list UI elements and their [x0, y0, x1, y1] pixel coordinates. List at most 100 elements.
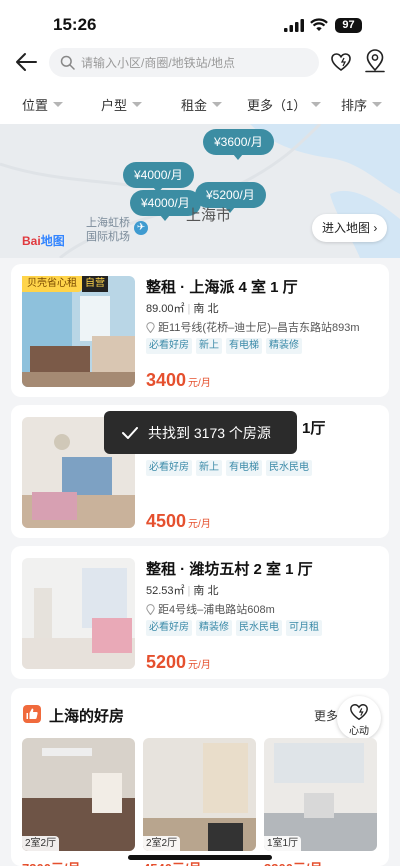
cellular-signal-icon	[284, 19, 304, 32]
chevron-down-icon	[53, 102, 64, 107]
map-city-label: 上海市	[186, 207, 232, 224]
price-value: 3400	[146, 370, 187, 390]
good-home-card[interactable]: 1室1厅	[264, 738, 377, 851]
price-unit: 元/月	[188, 660, 211, 671]
good-home-card[interactable]: 2室2厅	[143, 738, 256, 851]
listing-meta: 89.00㎡ | 南 北	[146, 303, 219, 315]
filter-layout-label: 户型	[101, 98, 128, 113]
filter-bar: 位置 户型 租金 更多（1） 排序	[0, 82, 400, 124]
price-bubble[interactable]: ¥4000/月	[123, 162, 194, 193]
good-home-price: 7300元/月	[22, 858, 81, 866]
thumbs-up-icon	[23, 705, 41, 723]
search-icon	[60, 55, 75, 70]
filter-sort[interactable]: 排序	[341, 95, 383, 114]
listing-title: 整租 · 潍坊五村 2 室 1 厅	[146, 561, 313, 578]
good-home-card[interactable]: 2室2厅	[22, 738, 135, 851]
favorites-float-button[interactable]: 心动	[337, 696, 381, 740]
status-bar: 15:26 97	[0, 0, 400, 44]
listing-price: 5200 元/月	[146, 652, 211, 673]
listing-transit-text: 距4号线–浦电路站608m	[158, 604, 275, 616]
map-place-label: 上海虹桥	[86, 217, 130, 229]
layout-badge: 2室2厅	[22, 836, 60, 851]
good-home-price: 3300元/月	[264, 858, 323, 866]
filter-layout[interactable]: 户型	[101, 95, 143, 114]
map-place-label: 国际机场	[86, 231, 130, 243]
listing-card[interactable]: 贝壳省心租 自营 整租 · 上海派 4 室 1 厅 89.00㎡ | 南 北 距11…	[11, 264, 389, 397]
price-unit: 元/月	[188, 378, 211, 389]
listing-transit: 距4号线–浦电路站608m	[146, 601, 275, 617]
chevron-down-icon	[132, 102, 143, 107]
map-preview[interactable]: ¥3600/月 ¥4000/月 ¥4000/月 ¥5200/月 上海虹桥 国际机…	[0, 124, 400, 258]
good-home-photo	[143, 738, 256, 851]
chevron-right-icon: ›	[373, 221, 378, 235]
listing-title: 整租 · 上海派 4 室 1 厅	[146, 279, 298, 296]
price-bubble[interactable]: ¥3600/月	[203, 129, 274, 160]
price-value: 4500	[146, 511, 187, 531]
listing-tag: 可月租	[286, 620, 322, 636]
listing-orientation: 南 北	[193, 585, 219, 597]
listing-price: 4500 元/月	[146, 511, 211, 532]
logo-text: Bai	[22, 234, 41, 248]
listing-tag: 有电梯	[226, 460, 262, 476]
filter-location-label: 位置	[22, 98, 49, 113]
back-arrow-icon[interactable]	[14, 51, 38, 73]
listing-photo[interactable]	[22, 276, 135, 387]
good-home-photo	[22, 738, 135, 851]
location-pin-icon	[146, 321, 155, 333]
self-operated-badge: 自营	[82, 276, 108, 292]
good-home-photo	[264, 738, 377, 851]
chevron-down-icon	[372, 102, 383, 107]
listing-tag: 新上	[196, 460, 222, 476]
home-indicator[interactable]	[128, 855, 272, 860]
airport-icon: ✈	[134, 221, 148, 235]
search-input[interactable]	[81, 48, 311, 77]
price-value: 5200	[146, 652, 187, 672]
chevron-down-icon	[212, 102, 223, 107]
layout-badge: 2室2厅	[143, 836, 181, 851]
result-count-toast: 共找到 3173 个房源	[104, 411, 297, 454]
listing-meta: 52.53㎡ | 南 北	[146, 585, 219, 597]
listing-area: 52.53㎡	[146, 585, 185, 597]
listing-tag: 民水民电	[266, 460, 312, 476]
listing-tag: 民水民电	[236, 620, 282, 636]
listing-card[interactable]: 整租 · 潍坊五村 2 室 1 厅 52.53㎡ | 南 北 距4号线–浦电路站60…	[11, 546, 389, 679]
check-icon	[122, 426, 138, 439]
listing-title: 1厅	[302, 420, 326, 437]
listing-tag: 精装修	[196, 620, 232, 636]
listing-tag: 新上	[196, 338, 222, 354]
more-link[interactable]: 更多	[314, 707, 338, 724]
filter-rent[interactable]: 租金	[181, 95, 223, 114]
listing-transit: 距11号线(花桥–迪士尼)–昌吉东路站893m	[146, 319, 360, 335]
listing-price: 3400 元/月	[146, 370, 211, 391]
search-header	[0, 44, 400, 82]
listing-area: 89.00㎡	[146, 303, 185, 315]
chevron-down-icon	[311, 102, 322, 107]
filter-more[interactable]: 更多（1）	[247, 95, 322, 114]
good-homes-section: 上海的好房 更多 心动 2室2厅 2室2厅 1室1厅	[11, 688, 389, 866]
listing-badges: 贝壳省心租 自营	[22, 276, 108, 292]
filter-sort-label: 排序	[341, 98, 368, 113]
listing-photo[interactable]	[22, 558, 135, 669]
layout-badge: 1室1厅	[264, 836, 302, 851]
enter-map-button[interactable]: 进入地图 ›	[312, 214, 388, 242]
battery-icon: 97	[335, 18, 362, 33]
listing-tag: 必看好房	[146, 460, 192, 476]
search-box[interactable]	[49, 48, 319, 77]
listing-tag: 必看好房	[146, 620, 192, 636]
favorites-heart-icon[interactable]	[330, 51, 352, 73]
listing-tag: 必看好房	[146, 338, 192, 354]
section-title: 上海的好房	[49, 708, 125, 725]
toast-text: 共找到 3173 个房源	[148, 424, 271, 441]
listing-orientation: 南 北	[193, 303, 219, 315]
listing-tag: 精装修	[266, 338, 302, 354]
map-location-icon[interactable]	[364, 49, 386, 73]
filter-location[interactable]: 位置	[22, 95, 64, 114]
price-unit: 元/月	[188, 519, 211, 530]
listing-tags: 必看好房 精装修 民水民电 可月租	[146, 620, 322, 636]
listing-tags: 必看好房 新上 有电梯 精装修	[146, 338, 302, 354]
heart-icon	[350, 703, 368, 721]
baidu-map-logo: Bai地图	[22, 232, 65, 249]
favorites-label: 心动	[349, 726, 369, 737]
shell-rent-badge: 贝壳省心租	[22, 276, 82, 292]
wifi-icon	[310, 18, 328, 31]
